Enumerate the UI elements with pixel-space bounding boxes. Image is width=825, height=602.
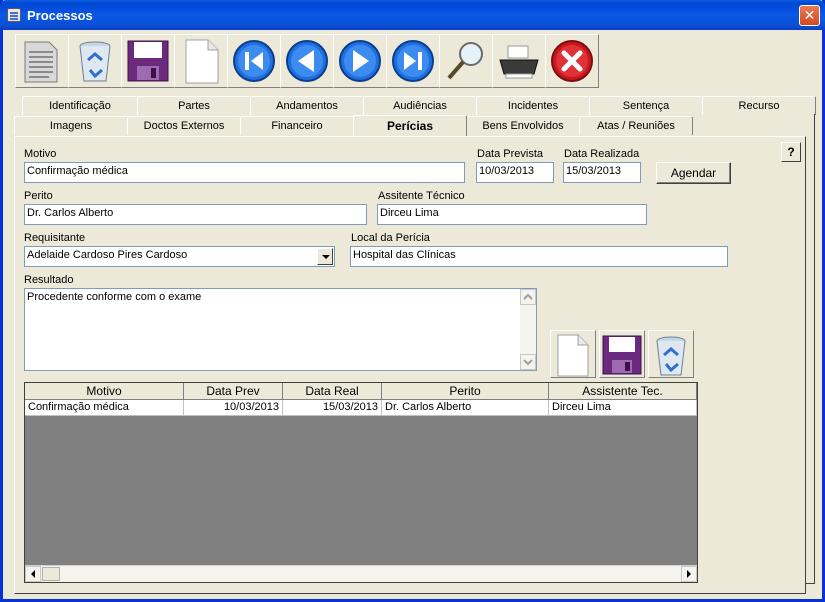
help-button[interactable]: ? [781, 142, 801, 162]
col-motivo[interactable]: Motivo [25, 383, 184, 400]
assistente-label: Assitente Técnico [378, 190, 465, 202]
tab-pericias[interactable]: Perícias [353, 115, 467, 136]
new-button[interactable] [174, 34, 228, 88]
motivo-label: Motivo [24, 148, 57, 160]
resultado-scrollbar[interactable] [520, 289, 536, 370]
col-perito[interactable]: Perito [382, 383, 549, 400]
save-pericia-button[interactable] [599, 330, 645, 378]
last-record-button[interactable] [386, 34, 440, 88]
tab-atas-reunioes[interactable]: Atas / Reuniões [579, 116, 693, 135]
app-window: Processos ✕ Identificação Partes Andamen… [0, 0, 825, 602]
tab-sentenca[interactable]: Sentença [589, 96, 703, 115]
pericias-grid[interactable]: Motivo Data Prev Data Real Perito Assist… [24, 382, 698, 583]
window-title: Processos [27, 8, 93, 23]
first-record-button[interactable] [227, 34, 281, 88]
requisitante-label: Requisitante [24, 232, 86, 244]
list-document-button[interactable] [15, 34, 69, 88]
perito-field[interactable]: Dr. Carlos Alberto [24, 204, 367, 225]
cell-motivo: Confirmação médica [25, 400, 184, 416]
motivo-field[interactable]: Confirmação médica [24, 162, 465, 183]
grid-header: Motivo Data Prev Data Real Perito Assist… [25, 383, 697, 400]
first-record-icon [233, 40, 275, 82]
data-realizada-field[interactable]: 15/03/2013 [563, 162, 641, 183]
last-record-icon [392, 40, 434, 82]
floppy-disk-icon [127, 40, 169, 82]
previous-record-button[interactable] [280, 34, 334, 88]
tab-incidentes[interactable]: Incidentes [476, 96, 590, 115]
delete-pericia-button[interactable] [648, 330, 694, 378]
document-lines-icon [24, 41, 58, 83]
chevron-down-icon[interactable] [317, 248, 333, 265]
app-icon [7, 8, 21, 22]
delete-button[interactable] [68, 34, 122, 88]
tab-doctos-externos[interactable]: Doctos Externos [127, 116, 241, 135]
col-assistente[interactable]: Assistente Tec. [549, 383, 697, 400]
tab-audiencias[interactable]: Audiências [363, 96, 477, 115]
data-prevista-label: Data Prevista [477, 148, 544, 160]
cell-data-prev: 10/03/2013 [184, 400, 283, 416]
resultado-label: Resultado [24, 274, 74, 286]
tab-partes[interactable]: Partes [137, 96, 251, 115]
scroll-left-icon[interactable] [25, 566, 41, 582]
next-record-button[interactable] [333, 34, 387, 88]
title-bar[interactable]: Processos ✕ [0, 0, 825, 30]
agendar-button[interactable]: Agendar [656, 162, 731, 184]
cell-data-real: 15/03/2013 [283, 400, 382, 416]
scroll-down-icon[interactable] [520, 354, 536, 370]
data-prevista-field[interactable]: 10/03/2013 [476, 162, 554, 183]
tab-bens-envolvidos[interactable]: Bens Envolvidos [466, 116, 580, 135]
close-circle-icon [551, 40, 593, 82]
tab-recurso[interactable]: Recurso [702, 96, 816, 115]
tab-identificacao[interactable]: Identificação [22, 96, 138, 115]
save-button[interactable] [121, 34, 175, 88]
col-data-prev[interactable]: Data Prev [184, 383, 283, 400]
tab-andamentos[interactable]: Andamentos [250, 96, 364, 115]
blank-page-icon [557, 334, 589, 377]
scroll-up-icon[interactable] [520, 289, 536, 305]
printer-icon [499, 45, 539, 79]
table-row[interactable]: Confirmação médica 10/03/2013 15/03/2013… [25, 400, 697, 416]
requisitante-value: Adelaide Cardoso Pires Cardoso [27, 249, 188, 261]
resultado-text: Procedente conforme com o exame [27, 291, 202, 303]
close-button[interactable] [545, 34, 599, 88]
tab-imagens[interactable]: Imagens [14, 116, 128, 135]
grid-hscrollbar[interactable] [25, 565, 697, 582]
magnifier-icon [447, 42, 483, 80]
toolbar [15, 34, 615, 88]
local-label: Local da Perícia [351, 232, 430, 244]
col-data-real[interactable]: Data Real [283, 383, 382, 400]
cell-assistente: Dirceu Lima [549, 400, 697, 416]
previous-record-icon [286, 40, 328, 82]
scroll-thumb[interactable] [42, 567, 60, 581]
blank-page-icon [185, 39, 219, 84]
local-field[interactable]: Hospital das Clínicas [350, 246, 728, 267]
print-button[interactable] [492, 34, 546, 88]
resultado-textarea[interactable]: Procedente conforme com o exame [24, 288, 537, 371]
cell-perito: Dr. Carlos Alberto [382, 400, 549, 416]
perito-label: Perito [24, 190, 53, 202]
recycle-bin-icon [79, 41, 111, 82]
data-realizada-label: Data Realizada [564, 148, 640, 160]
tab-financeiro[interactable]: Financeiro [240, 116, 354, 135]
new-pericia-button[interactable] [550, 330, 596, 378]
scroll-right-icon[interactable] [681, 566, 697, 582]
assistente-field[interactable]: Dirceu Lima [377, 204, 647, 225]
search-button[interactable] [439, 34, 493, 88]
requisitante-select[interactable]: Adelaide Cardoso Pires Cardoso [24, 246, 335, 267]
floppy-disk-icon [602, 335, 642, 375]
window-close-button[interactable]: ✕ [799, 5, 820, 26]
next-record-icon [339, 40, 381, 82]
recycle-bin-icon [656, 336, 686, 376]
